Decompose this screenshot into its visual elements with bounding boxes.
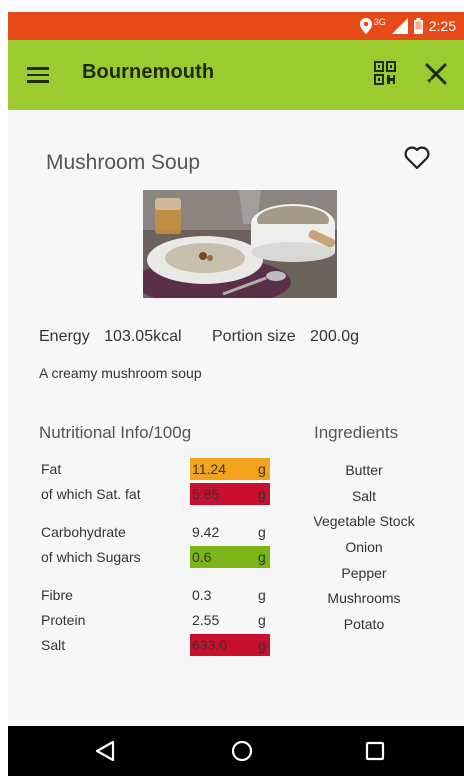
ingredients-list: Butter Salt Vegetable Stock Onion Pepper… — [294, 458, 434, 638]
ingredient-item: Mushrooms — [327, 590, 401, 607]
ingredient-item: Salt — [351, 487, 377, 504]
ingredients-header: Ingredients — [314, 423, 399, 442]
back-icon[interactable] — [94, 739, 116, 768]
signal-icon — [391, 18, 408, 34]
status-bar: 3G 2:25 — [8, 12, 464, 40]
recipe-detail: Mushroom Soup Energy 103.05kcal Portion … — [8, 110, 464, 726]
app-bar: Bournemouth — [8, 40, 464, 110]
location-icon — [359, 18, 372, 34]
status-time: 2:25 — [428, 18, 456, 34]
status-icons: 3G 2:25 — [359, 12, 456, 40]
nutrient-unit: g — [258, 524, 266, 540]
nutrient-label: Salt — [41, 637, 66, 653]
home-icon[interactable] — [230, 739, 254, 768]
nutrition-header: Nutritional Info/100g — [39, 423, 192, 442]
ingredient-item: Pepper — [341, 564, 387, 581]
nutrient-unit: g — [258, 486, 266, 502]
nutrient-label: Carbohydrate — [41, 524, 126, 540]
nutrient-unit: g — [258, 549, 266, 565]
nutrient-unit: g — [258, 587, 266, 603]
app-title: Bournemouth — [82, 61, 215, 83]
portion-label: Portion size — [212, 328, 296, 345]
energy-value: 103.05kcal — [104, 328, 182, 345]
nutrient-label: Protein — [41, 612, 86, 628]
nutrient-label: of which Sat. fat — [41, 486, 141, 502]
menu-icon[interactable] — [27, 63, 49, 87]
qr-code-icon[interactable] — [374, 61, 396, 90]
ingredient-item: Onion — [345, 539, 383, 556]
ingredient-item: Vegetable Stock — [313, 513, 415, 530]
recipe-image — [143, 190, 337, 298]
nutrient-label: Fat — [41, 461, 62, 477]
portion-value: 200.0g — [310, 328, 359, 345]
energy-label: Energy — [39, 328, 90, 345]
battery-icon — [413, 18, 423, 34]
nutrient-unit: g — [258, 637, 266, 653]
nutrient-label: of which Sugars — [41, 549, 141, 565]
navigation-bar — [8, 726, 464, 776]
energy-row: Energy 103.05kcal Portion size 200.0g — [39, 328, 369, 346]
network-type: 3G — [373, 17, 386, 27]
cutlery-icon[interactable] — [424, 62, 448, 91]
ingredient-item: Butter — [345, 462, 383, 478]
nutrient-label: Fibre — [41, 587, 73, 603]
nutrient-unit: g — [258, 612, 266, 628]
heart-icon[interactable] — [404, 146, 430, 175]
nutrient-unit: g — [258, 461, 266, 477]
recipe-description: A creamy mushroom soup — [39, 365, 202, 381]
ingredient-item: Potato — [343, 616, 385, 633]
recipe-title: Mushroom Soup — [46, 151, 201, 174]
recents-icon[interactable] — [364, 739, 386, 768]
